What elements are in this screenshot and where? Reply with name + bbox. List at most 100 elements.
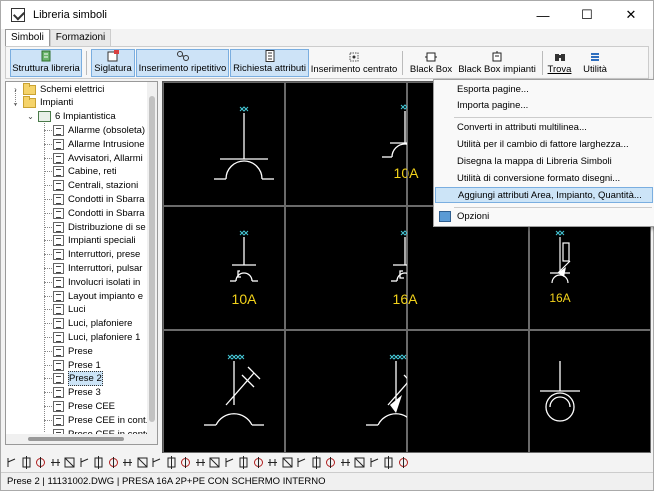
black-box-plant-icon — [490, 51, 504, 63]
relay-symbol-icon[interactable] — [121, 456, 134, 469]
close-button[interactable]: ✕ — [609, 1, 653, 29]
inserimento-centrato-button[interactable]: Inserimento centrato — [310, 49, 398, 77]
tree-item[interactable]: Involucri isolati in — [53, 276, 140, 289]
utilita-button[interactable]: Utilità — [578, 49, 612, 77]
tree-item-label: Layout impianto e — [68, 290, 143, 302]
symbol-cell[interactable]: 16A — [285, 206, 417, 330]
cross-symbol-icon[interactable] — [368, 456, 381, 469]
tree-item[interactable]: Interruttori, prese — [53, 248, 140, 261]
tree-item[interactable]: Cabine, reti — [53, 165, 117, 178]
tree-item[interactable]: Prese 2 — [53, 371, 103, 387]
grid-symbol-icon[interactable] — [397, 456, 410, 469]
diode-symbol-icon[interactable] — [107, 456, 120, 469]
tree-item[interactable]: Condotti in Sbarra — [53, 193, 145, 206]
symbol-cell[interactable] — [163, 82, 285, 206]
tree-item[interactable]: Prese — [53, 345, 93, 358]
maximize-button[interactable]: ☐ — [565, 1, 609, 29]
lamp-symbol-icon[interactable] — [165, 456, 178, 469]
tab-simboli[interactable]: Simboli — [5, 29, 50, 47]
tree-item[interactable]: Prese CEE — [53, 400, 115, 413]
tree-item[interactable]: Avvisatori, Allarmi — [53, 152, 143, 165]
contact-symbol-icon[interactable] — [78, 456, 91, 469]
richiesta-attributi-button[interactable]: Richiesta attributi — [230, 49, 309, 77]
symbol-cell[interactable]: 10A — [163, 206, 285, 330]
trova-button[interactable]: Trova — [546, 49, 573, 77]
black-box-impianti-button[interactable]: Black Box impianti — [456, 49, 538, 77]
tab-formazioni[interactable]: Formazioni — [49, 29, 112, 47]
library-page-icon — [53, 345, 64, 357]
tree-item[interactable]: Allarme Intrusione — [53, 138, 145, 151]
tree-node-schemi[interactable]: › Schemi elettrici — [11, 82, 104, 96]
tree-horizontal-scrollbar[interactable] — [6, 434, 148, 444]
library-page-icon — [53, 235, 64, 247]
arrow-symbol-icon[interactable] — [339, 456, 352, 469]
menu-item-mappa[interactable]: Disegna la mappa di Libreria Simboli — [435, 154, 653, 170]
black-box-button[interactable]: Black Box — [407, 49, 455, 77]
capacitor-symbol-icon[interactable] — [194, 456, 207, 469]
tree-item[interactable]: Condotti in Sbarra — [53, 207, 145, 220]
symbol-cell[interactable]: 10A — [285, 82, 418, 206]
tree-item[interactable]: Prese CEE in cont. — [53, 414, 148, 427]
terminal-symbol-icon[interactable] — [136, 456, 149, 469]
breaker-symbol-icon[interactable] — [34, 456, 47, 469]
menu-item-converti[interactable]: Converti in attributi multilinea... — [435, 120, 653, 136]
menu-item-aggiungi-attributi[interactable]: Aggiungi attributi Area, Impianto, Quant… — [435, 187, 653, 203]
tree-item[interactable]: Luci, plafoniere 1 — [53, 331, 140, 344]
menu-item-importa[interactable]: Importa pagine... — [435, 98, 653, 114]
collapse-icon[interactable]: ⌄ — [11, 96, 20, 109]
scroll-thumb[interactable] — [149, 96, 155, 422]
switch-symbol-icon[interactable] — [5, 456, 18, 469]
minimize-button[interactable]: — — [521, 1, 565, 29]
struttura-libreria-button[interactable]: Struttura libreria — [10, 49, 82, 77]
inserimento-ripetitivo-button[interactable]: Inserimento ripetitivo — [136, 49, 229, 77]
tree-vertical-scrollbar[interactable] — [147, 82, 157, 444]
menu-item-esporta[interactable]: Esporta pagine... — [435, 82, 653, 98]
inserimento-ripetitivo-label: Inserimento ripetitivo — [138, 63, 227, 74]
symbol-cell[interactable] — [529, 330, 651, 453]
symbol-cell[interactable] — [285, 330, 408, 453]
siglatura-button[interactable]: Siglatura — [91, 49, 135, 77]
tree-item[interactable]: Luci, plafoniere — [53, 317, 132, 330]
light-symbol-icon[interactable] — [324, 456, 337, 469]
tree-item[interactable]: Layout impianto e — [53, 290, 143, 303]
tree-item[interactable]: Impianti speciali — [53, 234, 136, 247]
socket-symbol-icon[interactable] — [252, 456, 265, 469]
fuse-symbol-icon[interactable] — [20, 456, 33, 469]
symbol-cell[interactable] — [407, 330, 529, 453]
menu-item-opzioni[interactable]: Opzioni — [435, 209, 653, 225]
symbol-cell[interactable] — [163, 330, 285, 453]
panel-symbol-icon[interactable] — [310, 456, 323, 469]
black-box-icon — [424, 51, 438, 63]
expand-icon[interactable]: › — [11, 83, 20, 96]
tree-item[interactable]: Prese 1 — [53, 359, 101, 372]
cable-symbol-icon[interactable] — [281, 456, 294, 469]
tree-node-impiantistica[interactable]: ⌄ 6 Impiantistica — [26, 110, 116, 123]
resistor-symbol-icon[interactable] — [179, 456, 192, 469]
scroll-thumb[interactable] — [28, 437, 124, 441]
tree-item[interactable]: Interruttori, pulsar — [53, 262, 142, 275]
plug-symbol-icon[interactable] — [266, 456, 279, 469]
box-symbol-icon[interactable] — [353, 456, 366, 469]
meter-symbol-icon[interactable] — [237, 456, 250, 469]
connector-symbol-icon[interactable] — [150, 456, 163, 469]
tree-item[interactable]: Distribuzione di se — [53, 221, 146, 234]
tree-item[interactable]: Centrali, stazioni — [53, 179, 138, 192]
tree-item-label: Centrali, stazioni — [68, 180, 139, 192]
ground-symbol-icon[interactable] — [208, 456, 221, 469]
sensor-symbol-icon[interactable] — [295, 456, 308, 469]
library-tree[interactable]: › Schemi elettrici ⌄ Impianti ⌄ 6 Impian… — [5, 81, 158, 445]
tree-item[interactable]: Allarme (obsoleta) — [53, 124, 145, 137]
collapse-icon[interactable]: ⌄ — [26, 110, 35, 123]
coil-symbol-icon[interactable] — [92, 456, 105, 469]
tree-item[interactable]: Luci — [53, 303, 85, 316]
menu-item-fattore-larghezza[interactable]: Utilità per il cambio di fattore larghez… — [435, 137, 653, 153]
tree-connector — [44, 309, 52, 311]
rotate-symbol-icon[interactable] — [382, 456, 395, 469]
tree-item[interactable]: Prese 3 — [53, 386, 101, 399]
library-page-icon — [53, 166, 64, 178]
tree-node-impianti[interactable]: ⌄ Impianti — [11, 95, 73, 109]
motor-symbol-icon[interactable] — [63, 456, 76, 469]
isolator-symbol-icon[interactable] — [49, 456, 62, 469]
transformer-symbol-icon[interactable] — [223, 456, 236, 469]
menu-item-conversione-formato[interactable]: Utilità di conversione formato disegni..… — [435, 171, 653, 187]
